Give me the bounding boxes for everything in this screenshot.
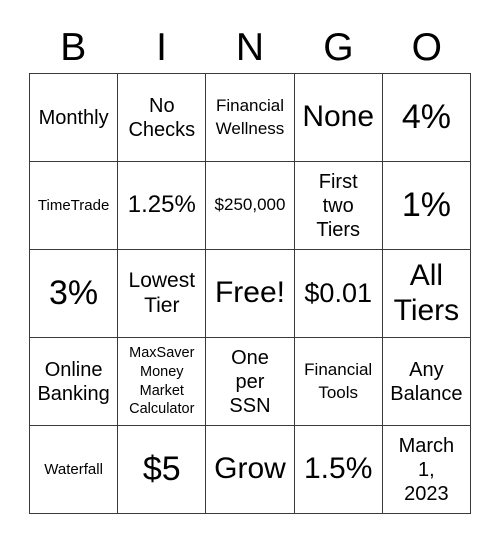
- header-letter-i: I: [156, 26, 168, 69]
- bingo-cell[interactable]: Online Banking: [30, 338, 119, 426]
- bingo-cell[interactable]: 3%: [30, 250, 119, 338]
- bingo-cell[interactable]: TimeTrade: [30, 162, 119, 250]
- header-letter-o: O: [411, 26, 442, 69]
- header-letter-n: N: [235, 26, 265, 69]
- bingo-cell[interactable]: One per SSN: [206, 338, 295, 426]
- bingo-header: B I N G O: [29, 24, 471, 72]
- bingo-cell[interactable]: Financial Wellness: [206, 74, 295, 162]
- bingo-cell[interactable]: Financial Tools: [294, 338, 383, 426]
- bingo-cell[interactable]: First two Tiers: [294, 162, 383, 250]
- bingo-cell[interactable]: Any Balance: [382, 338, 471, 426]
- header-letter-g: G: [323, 26, 354, 69]
- bingo-cell[interactable]: $0.01: [294, 250, 383, 338]
- bingo-cell[interactable]: Grow: [206, 426, 295, 514]
- header-letter-b: B: [60, 26, 87, 69]
- bingo-cell[interactable]: MaxSaver Money Market Calculator: [118, 338, 207, 426]
- bingo-cell[interactable]: $5: [118, 426, 207, 514]
- bingo-cell[interactable]: 1%: [382, 162, 471, 250]
- bingo-cell[interactable]: March 1, 2023: [382, 426, 471, 514]
- bingo-board: Monthly No Checks Financial Wellness Non…: [29, 73, 471, 514]
- bingo-cell[interactable]: Waterfall: [30, 426, 119, 514]
- bingo-cell[interactable]: $250,000: [206, 162, 295, 250]
- bingo-cell[interactable]: 1.5%: [294, 426, 383, 514]
- bingo-cell[interactable]: 1.25%: [118, 162, 207, 250]
- bingo-cell[interactable]: Lowest Tier: [118, 250, 207, 338]
- bingo-cell[interactable]: All Tiers: [382, 250, 471, 338]
- bingo-cell[interactable]: 4%: [382, 74, 471, 162]
- bingo-cell[interactable]: Monthly: [30, 74, 119, 162]
- free-space[interactable]: Free!: [206, 250, 295, 338]
- bingo-cell[interactable]: None: [294, 74, 383, 162]
- bingo-cell[interactable]: No Checks: [118, 74, 207, 162]
